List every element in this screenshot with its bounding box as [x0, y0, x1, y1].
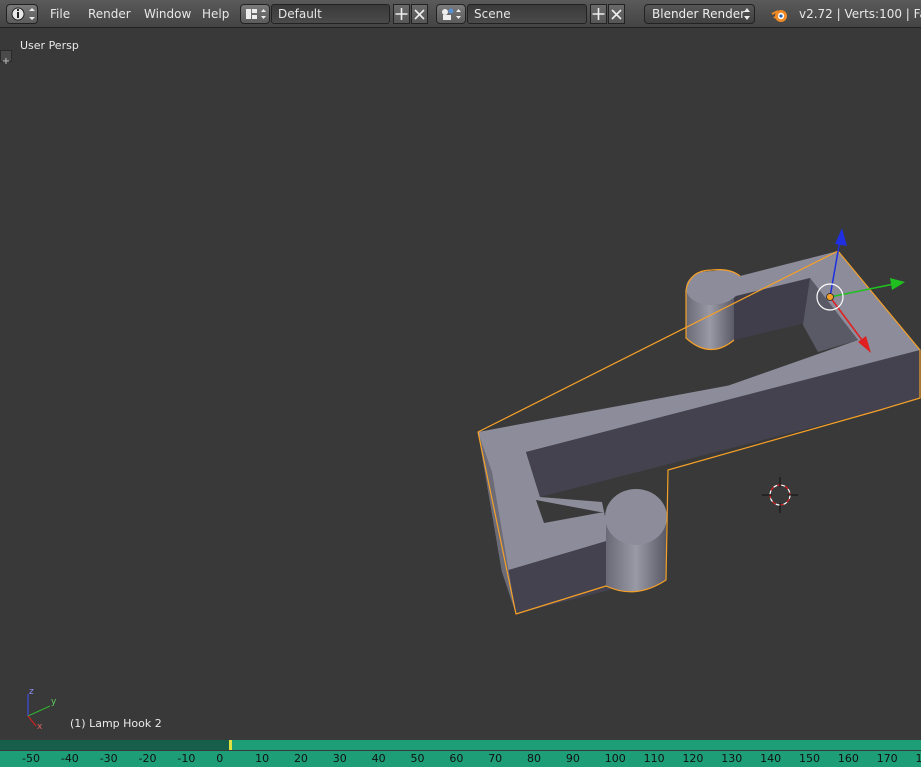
scene-icon — [442, 8, 461, 20]
timeline-tick: -40 — [60, 752, 79, 765]
view-axis-widget: z y x — [27, 687, 57, 732]
timeline-tick: 160 — [837, 752, 859, 765]
delete-scene-button[interactable] — [608, 4, 625, 24]
plus-icon — [395, 8, 408, 20]
render-engine-dropdown[interactable]: Blender Render — [644, 4, 755, 24]
menu-file[interactable]: File — [50, 6, 70, 26]
timeline[interactable]: -50 -40 -30 -20 -10 0 10 20 30 40 50 60 70 80 90 100 110… — [0, 738, 921, 767]
scene-name-field[interactable]: Scene — [467, 4, 587, 24]
close-icon — [414, 9, 425, 20]
layout-browse-button[interactable] — [240, 4, 270, 24]
blender-logo-icon — [771, 10, 787, 22]
timeline-tick: 50 — [410, 752, 425, 765]
plus-icon — [592, 8, 605, 20]
timeline-tick: 150 — [799, 752, 820, 765]
timeline-tick: 140 — [760, 752, 782, 765]
timeline-tick: 70 — [488, 752, 503, 765]
info-header: File Render Window Help Default Scene Bl… — [0, 0, 921, 28]
timeline-tick: 130 — [721, 752, 743, 765]
menu-window[interactable]: Window — [144, 6, 191, 26]
render-engine-label: Blender Render — [652, 7, 746, 21]
delete-layout-button[interactable] — [411, 4, 428, 24]
timeline-tick: 110 — [643, 752, 665, 765]
3d-cursor[interactable] — [762, 477, 798, 513]
timeline-tick: 20 — [293, 752, 308, 765]
add-layout-button[interactable] — [393, 4, 410, 24]
z-axis-arrow[interactable] — [835, 228, 847, 246]
timeline-tick: 100 — [604, 752, 626, 765]
editor-type-button[interactable] — [6, 4, 38, 24]
menu-render[interactable]: Render — [88, 6, 131, 26]
timeline-tick: 40 — [371, 752, 386, 765]
layout-name-field[interactable]: Default — [271, 4, 390, 24]
add-scene-button[interactable] — [590, 4, 607, 24]
timeline-tick: -20 — [138, 752, 157, 765]
close-icon — [611, 9, 622, 20]
scene-canvas[interactable]: z y x — [0, 28, 921, 737]
updown-arrows-icon — [744, 8, 750, 20]
menu-help[interactable]: Help — [202, 6, 229, 26]
updown-arrows-icon — [29, 8, 35, 20]
timeline-ruler[interactable]: -50 -40 -30 -20 -10 0 10 20 30 40 50 60 70 80 90 100 110… — [0, 751, 921, 767]
screen-layout-icon — [246, 9, 266, 19]
3d-viewport[interactable]: User Persp z y x (1) Lamp Hook 2 — [0, 28, 921, 737]
timeline-tick: 0 — [216, 752, 224, 765]
timeline-tick: -50 — [22, 752, 40, 765]
scene-stats: v2.72 | Verts:100 | Faces — [799, 7, 921, 21]
timeline-tick: 90 — [565, 752, 580, 765]
axis-label-z: z — [29, 687, 34, 697]
timeline-tick: -30 — [99, 752, 118, 765]
axis-label-x: x — [37, 722, 43, 732]
timeline-tick: 18 — [915, 752, 921, 765]
scene-browse-button[interactable] — [436, 4, 466, 24]
timeline-tick: 60 — [449, 752, 464, 765]
timeline-tick: -10 — [177, 752, 196, 765]
object-origin — [826, 293, 834, 301]
timeline-frame-bar[interactable] — [0, 740, 921, 750]
timeline-tick: 120 — [682, 752, 704, 765]
timeline-tick: 10 — [255, 752, 270, 765]
timeline-tick: 170 — [876, 752, 898, 765]
timeline-out-of-range — [0, 740, 229, 750]
timeline-tick: 30 — [332, 752, 347, 765]
y-axis-arrow[interactable] — [890, 278, 905, 290]
current-frame-marker[interactable] — [229, 740, 232, 750]
active-object-label: (1) Lamp Hook 2 — [70, 717, 162, 730]
axis-label-y: y — [51, 697, 57, 707]
lamp-hook-mesh[interactable] — [477, 250, 921, 615]
timeline-tick: 80 — [527, 752, 542, 765]
